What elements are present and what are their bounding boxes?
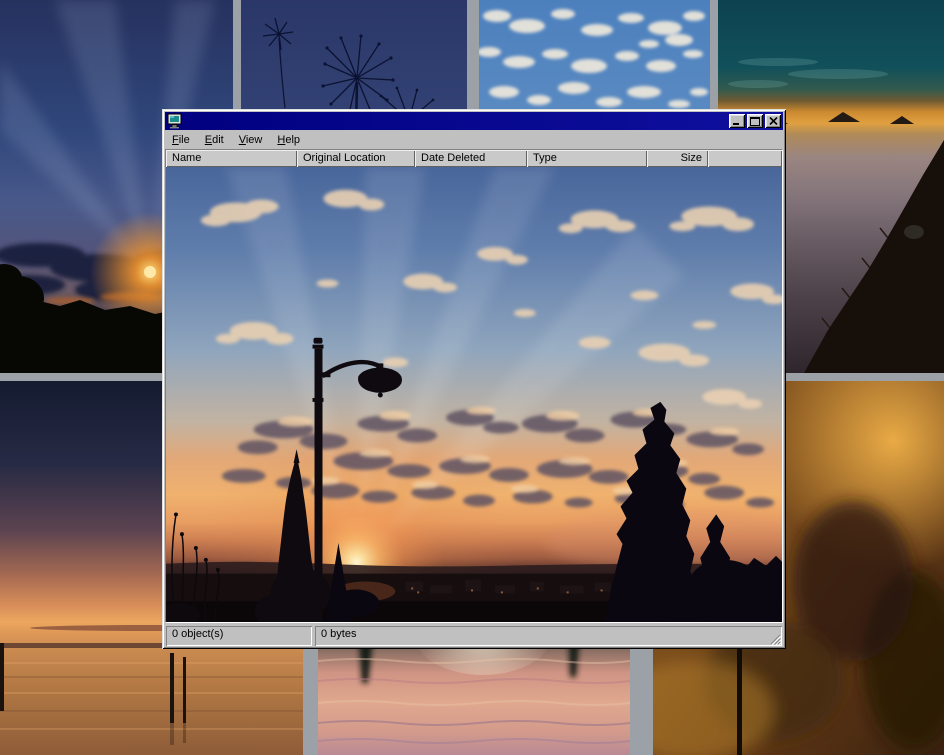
desktop: File Edit View Help Name Original Locati… — [0, 0, 944, 755]
list-view-frame: Name Original Location Date Deleted Type… — [165, 149, 783, 623]
minimize-icon — [732, 117, 742, 126]
column-header-name[interactable]: Name — [166, 150, 297, 167]
title-bar[interactable] — [165, 112, 783, 130]
maximize-icon — [750, 117, 760, 126]
menu-help-label: elp — [285, 134, 300, 146]
computer-icon[interactable] — [167, 113, 183, 129]
menu-file[interactable]: File — [166, 132, 196, 148]
column-header-original-location[interactable]: Original Location — [297, 150, 415, 167]
menu-help[interactable]: Help — [271, 132, 306, 148]
list-view[interactable] — [166, 167, 782, 622]
status-bar: 0 object(s) 0 bytes — [165, 623, 783, 646]
sunset-streetlamp-photo — [166, 167, 782, 622]
resize-grip[interactable] — [768, 632, 781, 645]
minimize-button[interactable] — [729, 114, 745, 128]
menu-bar: File Edit View Help — [165, 130, 783, 149]
menu-view-label: iew — [246, 134, 263, 146]
menu-file-mnemonic: F — [172, 134, 179, 146]
menu-edit[interactable]: Edit — [199, 132, 230, 148]
close-button[interactable] — [765, 114, 781, 128]
column-header-empty[interactable] — [708, 150, 782, 167]
recycle-bin-window: File Edit View Help Name Original Locati… — [162, 109, 786, 649]
maximize-button[interactable] — [747, 114, 763, 128]
close-icon — [769, 117, 778, 125]
menu-edit-label: dit — [212, 134, 224, 146]
column-header-row: Name Original Location Date Deleted Type… — [166, 150, 782, 167]
status-object-count: 0 object(s) — [166, 626, 312, 646]
status-byte-count: 0 bytes — [315, 626, 782, 646]
column-header-type[interactable]: Type — [527, 150, 647, 167]
menu-view-mnemonic: V — [239, 134, 246, 146]
column-header-date-deleted[interactable]: Date Deleted — [415, 150, 527, 167]
menu-file-label: ile — [179, 134, 190, 146]
menu-view[interactable]: View — [233, 132, 269, 148]
column-header-size[interactable]: Size — [647, 150, 708, 167]
menu-edit-mnemonic: E — [205, 134, 212, 146]
